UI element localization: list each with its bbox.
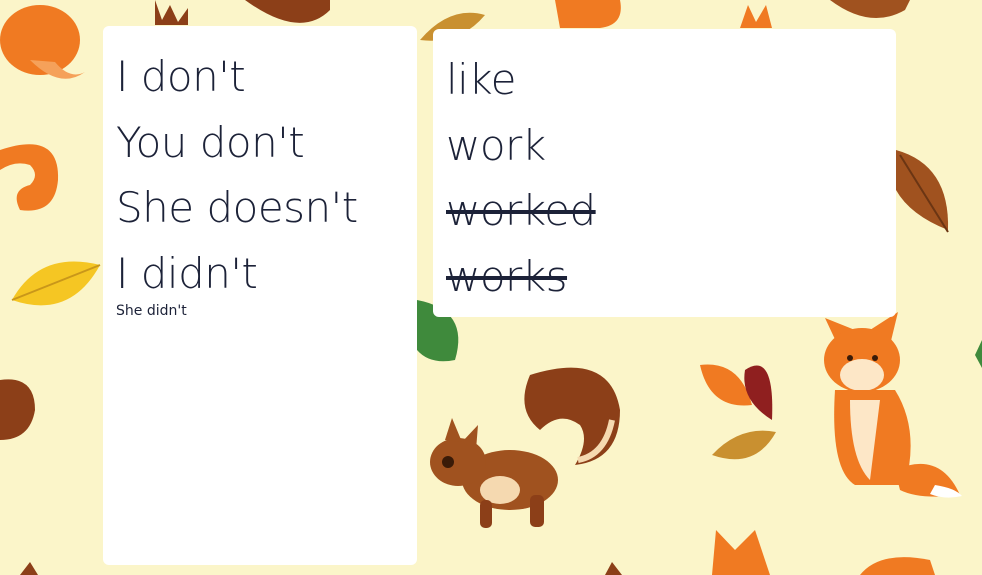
subject-item[interactable]: You don't	[116, 110, 417, 176]
verb-item-crossed-out[interactable]: worked	[446, 178, 896, 244]
verb-item[interactable]: like	[446, 47, 896, 113]
subject-item[interactable]: She doesn't	[116, 175, 417, 241]
fox-icon	[555, 0, 621, 28]
verb-card: like work worked works	[433, 29, 896, 317]
verb-item-crossed-out[interactable]: works	[446, 244, 896, 310]
subject-card: I don't You don't She doesn't I didn't S…	[103, 26, 417, 565]
subject-item[interactable]: I don't	[116, 44, 417, 110]
verb-item[interactable]: work	[446, 113, 896, 179]
subject-item[interactable]: I didn't	[116, 241, 417, 307]
hint-text: She didn't	[116, 303, 187, 319]
